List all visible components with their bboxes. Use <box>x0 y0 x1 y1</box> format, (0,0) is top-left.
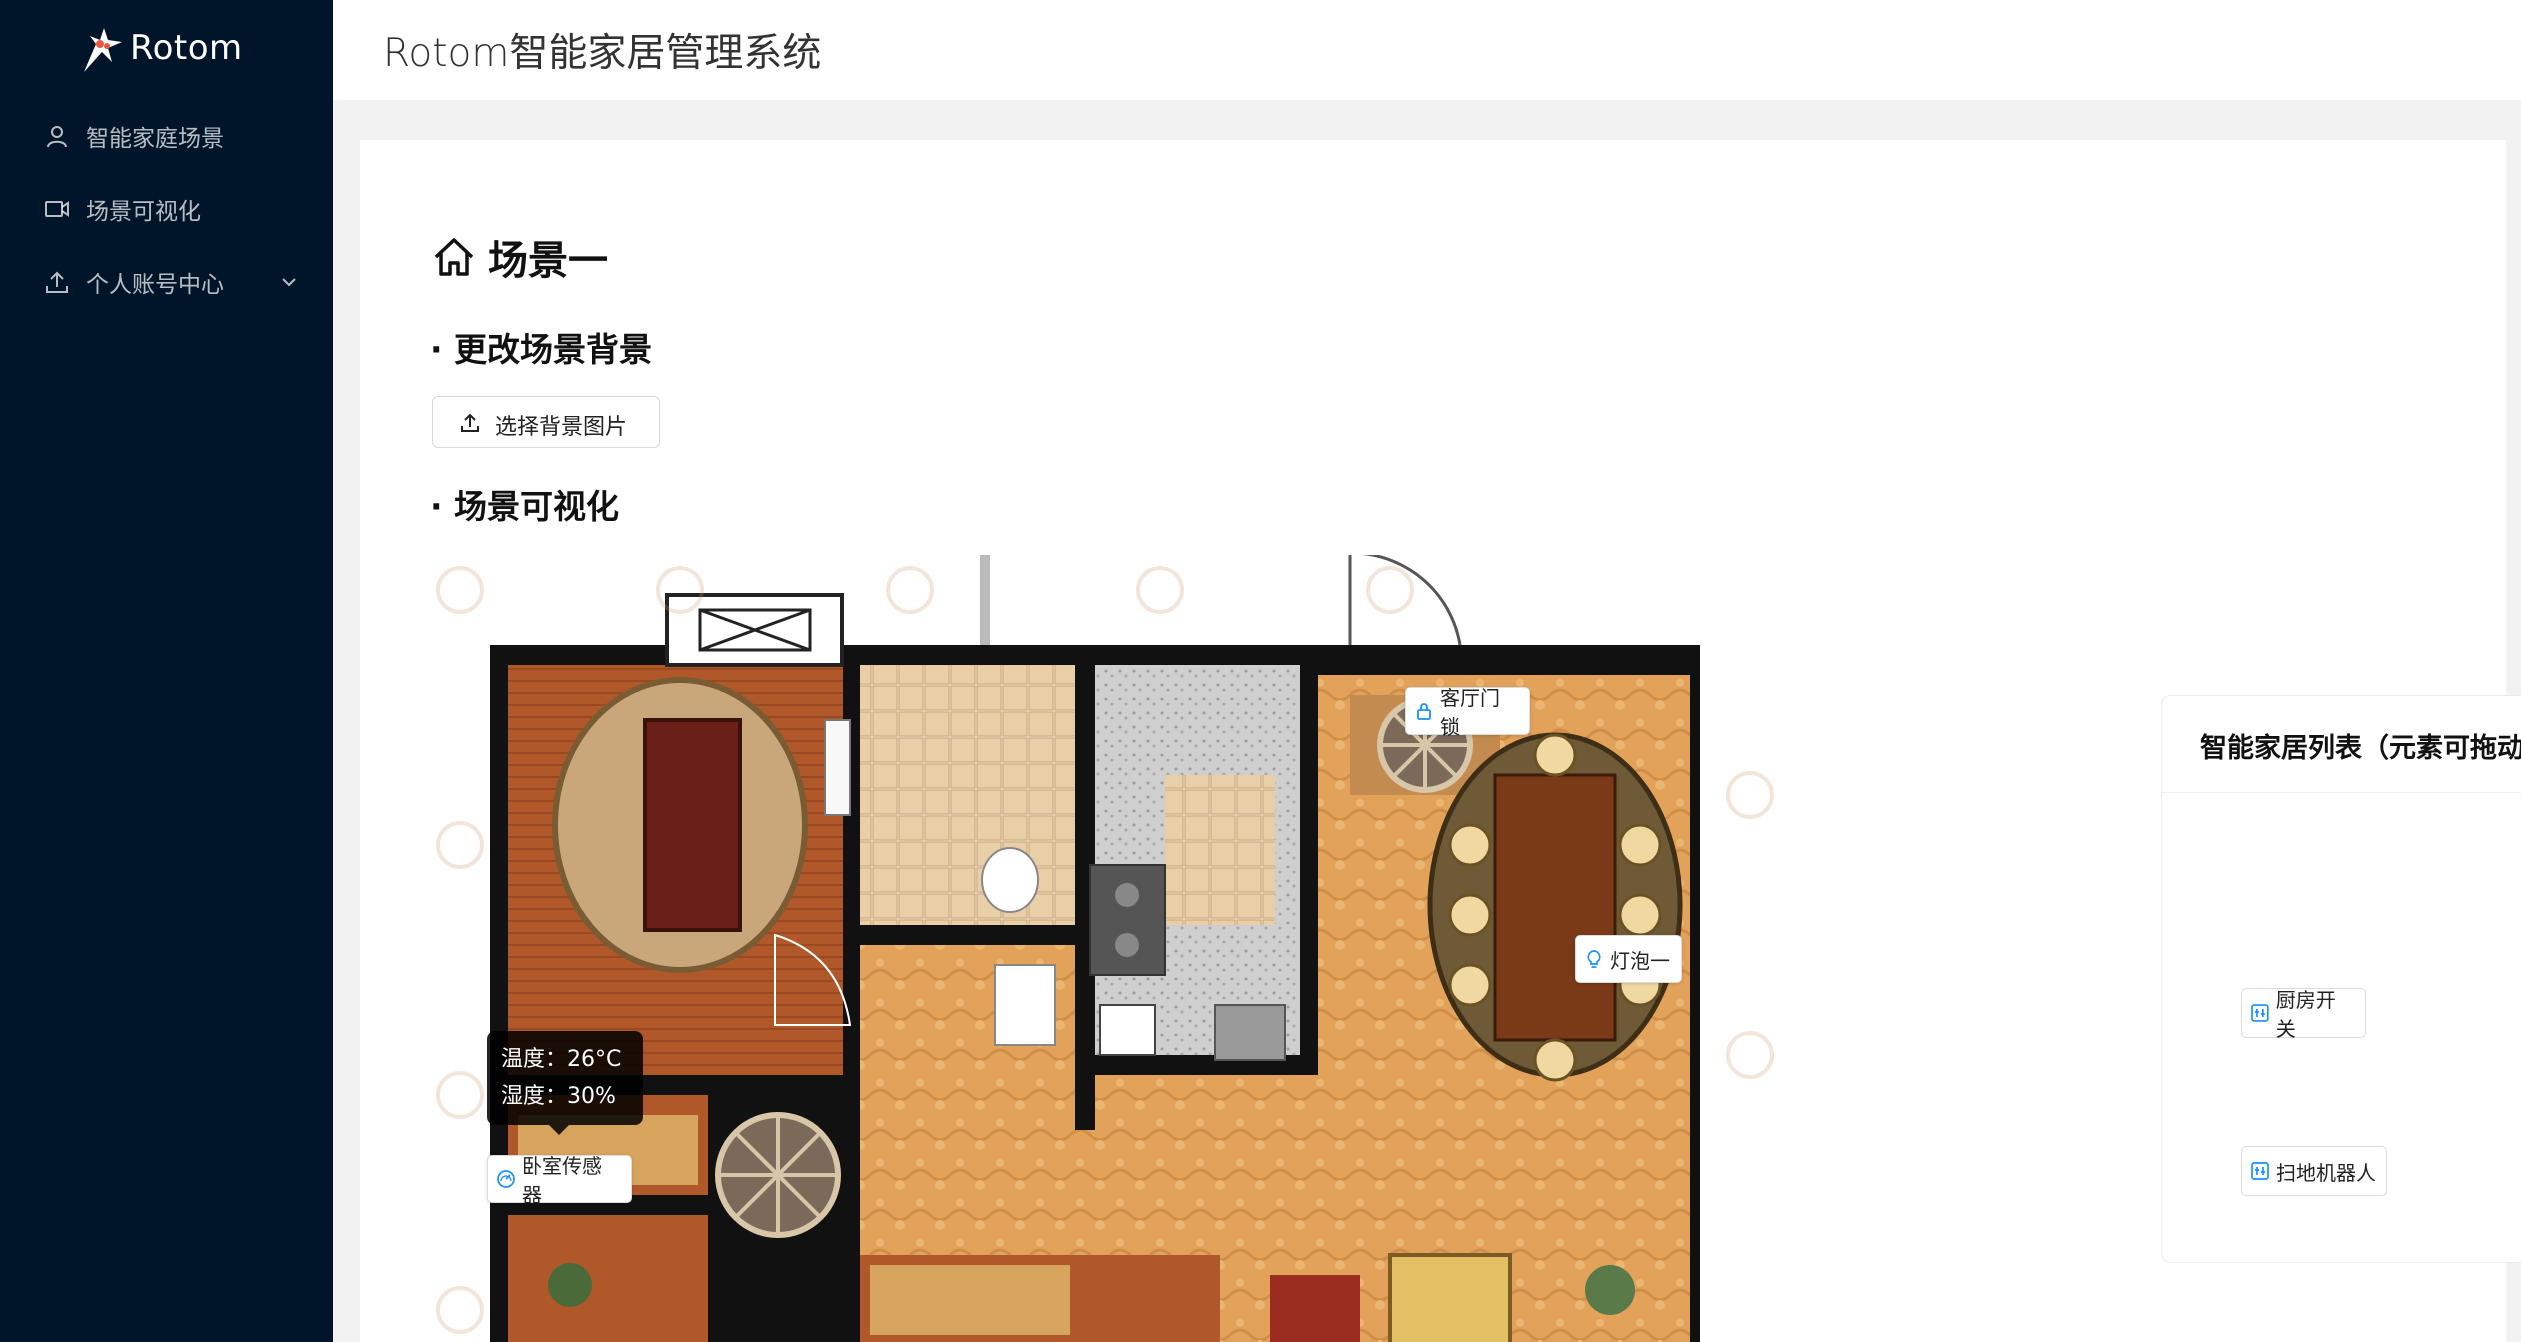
device-list-panel: 智能家居列表（元素可拖动） 厨房开关 扫地机器人 <box>2161 695 2521 1263</box>
section-heading-background: · 更改场景背景 <box>430 330 653 369</box>
logo-text: Rotom <box>130 28 243 68</box>
select-background-label: 选择背景图片 <box>495 415 628 440</box>
user-icon <box>47 126 67 148</box>
page-title: 场景一 <box>432 228 608 286</box>
select-background-button[interactable]: 选择背景图片 <box>432 396 660 448</box>
bulb-icon <box>1587 950 1601 968</box>
device-label: 卧室传感器 <box>522 1154 602 1207</box>
section-heading-visualization: · 场景可视化 <box>430 487 620 526</box>
header: Rotom智能家居管理系统 <box>333 0 2521 100</box>
app-title: Rotom智能家居管理系统 <box>383 31 822 76</box>
tooltip-humidity: 湿度：30% <box>501 1084 616 1109</box>
upload-icon <box>46 271 68 293</box>
main-content: 场景一 · 更改场景背景 选择背景图片 · 场景可视化 客厅门锁 灯泡一 温度：… <box>360 140 2521 1342</box>
lock-icon <box>1417 703 1431 720</box>
sidebar-item-smart-home-scene[interactable]: 智能家庭场景 <box>0 108 333 164</box>
rotom-logo-icon <box>84 28 122 72</box>
sidebar-item-account-center[interactable]: 个人账号中心 <box>0 254 333 310</box>
sensor-tooltip: 温度：26°C 湿度：30% <box>487 1031 643 1135</box>
device-list-item-kitchen-switch[interactable]: 厨房开关 <box>2241 988 2366 1041</box>
logo[interactable]: Rotom <box>78 18 243 78</box>
switch-icon <box>2251 1004 2269 1022</box>
device-label: 扫地机器人 <box>2276 1160 2376 1185</box>
device-bedroom-sensor[interactable]: 卧室传感器 <box>487 1154 632 1207</box>
device-label: 灯泡一 <box>1610 948 1670 973</box>
home-icon <box>434 238 474 276</box>
sidebar-item-label: 智能家庭场景 <box>86 126 224 152</box>
page-title-text: 场景一 <box>488 238 608 284</box>
sidebar-item-label: 场景可视化 <box>86 199 201 225</box>
sidebar: Rotom 智能家庭场景 场景可视化 个人账号中心 <box>0 0 333 1342</box>
chevron-down-icon[interactable] <box>278 271 300 293</box>
divider <box>2162 792 2521 793</box>
tooltip-temperature: 温度：26°C <box>501 1047 622 1072</box>
sidebar-item-scene-visualization[interactable]: 场景可视化 <box>0 181 333 237</box>
robot-icon <box>2251 1162 2269 1180</box>
dashboard-icon <box>497 1170 515 1188</box>
device-living-room-lock[interactable]: 客厅门锁 <box>1405 686 1530 739</box>
floor-plan-image <box>436 555 1774 1342</box>
device-label: 客厅门锁 <box>1440 686 1500 739</box>
video-camera-icon <box>45 201 69 217</box>
device-label: 厨房开关 <box>2275 988 2336 1041</box>
device-bulb-one[interactable]: 灯泡一 <box>1575 935 1682 983</box>
floor-plan[interactable]: 客厅门锁 灯泡一 温度：26°C 湿度：30% 卧室传感器 <box>430 555 2130 1342</box>
device-list-item-robot-vacuum[interactable]: 扫地机器人 <box>2241 1146 2387 1196</box>
upload-icon <box>461 413 479 432</box>
device-list-title: 智能家居列表（元素可拖动） <box>2200 733 2521 764</box>
sidebar-item-label: 个人账号中心 <box>86 272 224 298</box>
